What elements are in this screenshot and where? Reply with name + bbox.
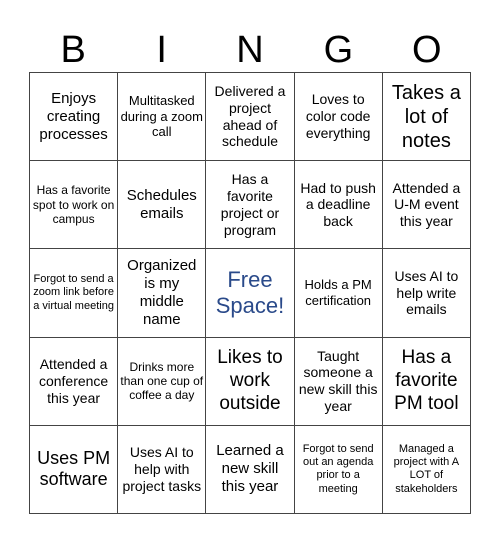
bingo-cell[interactable]: Drinks more than one cup of coffee a day [117,336,207,426]
bingo-cell[interactable]: Schedules emails [117,160,207,250]
bingo-cell[interactable]: Multitasked during a zoom call [117,71,207,162]
free-space-cell[interactable]: Free Space! [205,248,295,338]
bingo-cell[interactable]: Managed a project with A LOT of stakehol… [381,424,472,515]
bingo-cell[interactable]: Attended a U-M event this year [381,160,472,250]
bingo-cell[interactable]: Had to push a deadline back [293,160,383,250]
header-letter-n: N [236,29,264,71]
bingo-cell[interactable]: Enjoys creating processes [28,71,119,162]
bingo-cell[interactable]: Learned a new skill this year [205,424,295,515]
bingo-cell[interactable]: Forgot to send out an agenda prior to a … [293,424,383,515]
bingo-row: Uses PM software Uses AI to help with pro… [28,424,472,515]
bingo-cell[interactable]: Holds a PM certification [293,248,383,338]
bingo-cell[interactable]: Has a favorite spot to work on campus [28,160,119,250]
bingo-cell[interactable]: Has a favorite project or program [205,160,295,250]
bingo-row: Forgot to send a zoom link before a virt… [28,248,472,338]
header-letter-i: I [156,29,167,71]
bingo-grid: Enjoys creating processes Multitasked dur… [28,71,472,515]
bingo-cell[interactable]: Has a favorite PM tool [381,336,472,426]
bingo-row: Attended a conference this year Drinks mo… [28,336,472,426]
bingo-cell[interactable]: Likes to work outside [205,336,295,426]
bingo-header: B I N G O [29,30,471,70]
bingo-cell[interactable]: Forgot to send a zoom link before a virt… [28,248,119,338]
header-letter-g: G [323,29,354,71]
bingo-cell[interactable]: Takes a lot of notes [381,71,472,162]
bingo-cell[interactable]: Uses AI to help with project tasks [117,424,207,515]
bingo-cell[interactable]: Uses AI to help write emails [381,248,472,338]
bingo-cell[interactable]: Delivered a project ahead of schedule [205,71,295,162]
bingo-row: Enjoys creating processes Multitasked dur… [28,71,472,162]
bingo-cell[interactable]: Uses PM software [28,424,119,515]
bingo-row: Has a favorite spot to work on campus Sch… [28,160,472,250]
bingo-cell[interactable]: Attended a conference this year [28,336,119,426]
bingo-cell[interactable]: Loves to color code everything [293,71,383,162]
header-letter-o: O [412,29,442,71]
bingo-cell[interactable]: Organized is my middle name [117,248,207,338]
header-letter-b: B [60,29,86,71]
bingo-cell[interactable]: Taught someone a new skill this year [293,336,383,426]
